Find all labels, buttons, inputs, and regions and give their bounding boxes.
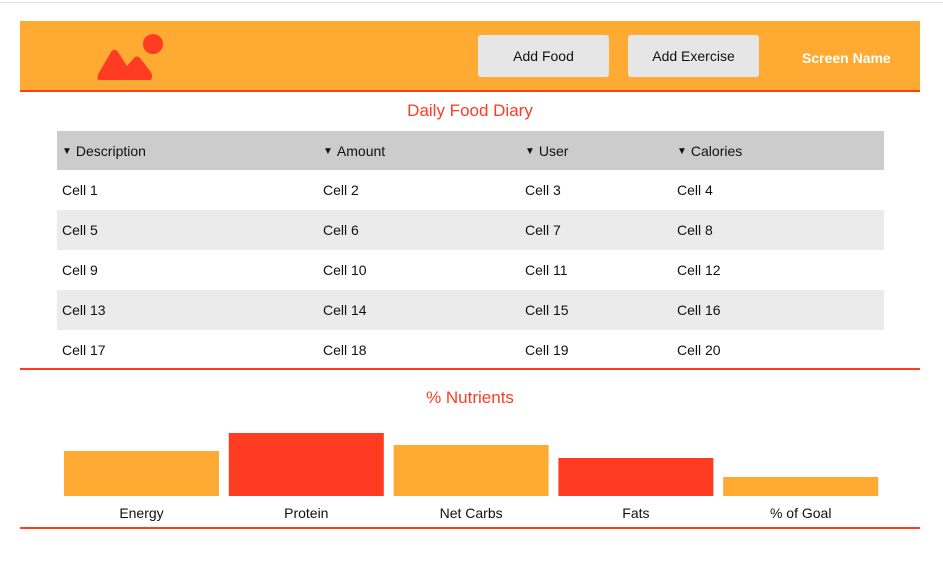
table-header-row: ▼ Description ▼ Amount ▼ User ▼ Calories: [57, 131, 884, 170]
table-row[interactable]: Cell 5 Cell 6 Cell 7 Cell 8: [57, 210, 884, 250]
table-cell: Cell 7: [525, 222, 561, 238]
column-header-calories[interactable]: ▼ Calories: [677, 131, 742, 170]
table-cell: Cell 6: [323, 222, 359, 238]
app-header: Add Food Add Exercise Screen Name: [20, 21, 920, 92]
table-cell: Cell 13: [62, 302, 106, 318]
add-exercise-button[interactable]: Add Exercise: [628, 35, 759, 77]
top-rule: [0, 2, 943, 3]
table-cell: Cell 15: [525, 302, 569, 318]
bar-label: Protein: [284, 505, 328, 521]
bar-label: Fats: [622, 505, 649, 521]
screen-name: Screen Name: [802, 50, 891, 66]
sort-down-icon: ▼: [677, 146, 687, 157]
table-cell: Cell 4: [677, 182, 713, 198]
nutrients-title: % Nutrients: [426, 388, 514, 407]
bar-protein: [228, 433, 384, 496]
bar-label: Energy: [119, 505, 163, 521]
table-cell: Cell 14: [323, 302, 367, 318]
table-cell: Cell 1: [62, 182, 98, 198]
sort-down-icon: ▼: [62, 146, 72, 157]
table-cell: Cell 9: [62, 262, 98, 278]
table-cell: Cell 16: [677, 302, 721, 318]
column-header-label: User: [538, 142, 569, 159]
bar-label: % of Goal: [770, 505, 831, 521]
bar-energy: [64, 451, 219, 496]
bar-label: Net Carbs: [440, 505, 503, 521]
bar-net-carbs: [393, 445, 549, 496]
table-row[interactable]: Cell 17 Cell 18 Cell 19 Cell 20: [57, 330, 884, 370]
table-cell: Cell 11: [525, 262, 568, 278]
column-header-label: Amount: [336, 142, 386, 159]
table-cell: Cell 3: [525, 182, 561, 198]
table-cell: Cell 20: [677, 342, 721, 358]
table-row[interactable]: Cell 9 Cell 10 Cell 11 Cell 12: [57, 250, 884, 290]
table-cell: Cell 5: [62, 222, 98, 238]
food-diary-table: ▼ Description ▼ Amount ▼ User ▼ Calories Cel…: [57, 131, 884, 370]
bar-of-goal: [723, 477, 879, 496]
section-divider: [20, 368, 920, 370]
table-cell: Cell 17: [62, 342, 106, 358]
table-cell: Cell 18: [323, 342, 367, 358]
table-row[interactable]: Cell 13 Cell 14 Cell 15 Cell 16: [57, 290, 884, 330]
bar-fats: [558, 458, 714, 496]
table-cell: Cell 2: [323, 182, 359, 198]
table-cell: Cell 19: [525, 342, 569, 358]
add-food-button[interactable]: Add Food: [478, 35, 609, 77]
bottom-divider: [20, 527, 920, 529]
table-cell: Cell 8: [677, 222, 713, 238]
column-header-description[interactable]: ▼ Description: [62, 131, 146, 170]
image-placeholder-icon[interactable]: [96, 32, 168, 82]
column-header-label: Calories: [690, 142, 743, 159]
table-cell: Cell 12: [677, 262, 721, 278]
column-header-user[interactable]: ▼ User: [525, 131, 568, 170]
table-cell: Cell 10: [323, 262, 367, 278]
sort-down-icon: ▼: [525, 146, 535, 157]
column-header-amount[interactable]: ▼ Amount: [323, 131, 385, 170]
sort-down-icon: ▼: [323, 146, 333, 157]
table-row[interactable]: Cell 1 Cell 2 Cell 3 Cell 4: [57, 170, 884, 210]
food-diary-title: Daily Food Diary: [407, 101, 533, 120]
column-header-label: Description: [75, 142, 146, 159]
